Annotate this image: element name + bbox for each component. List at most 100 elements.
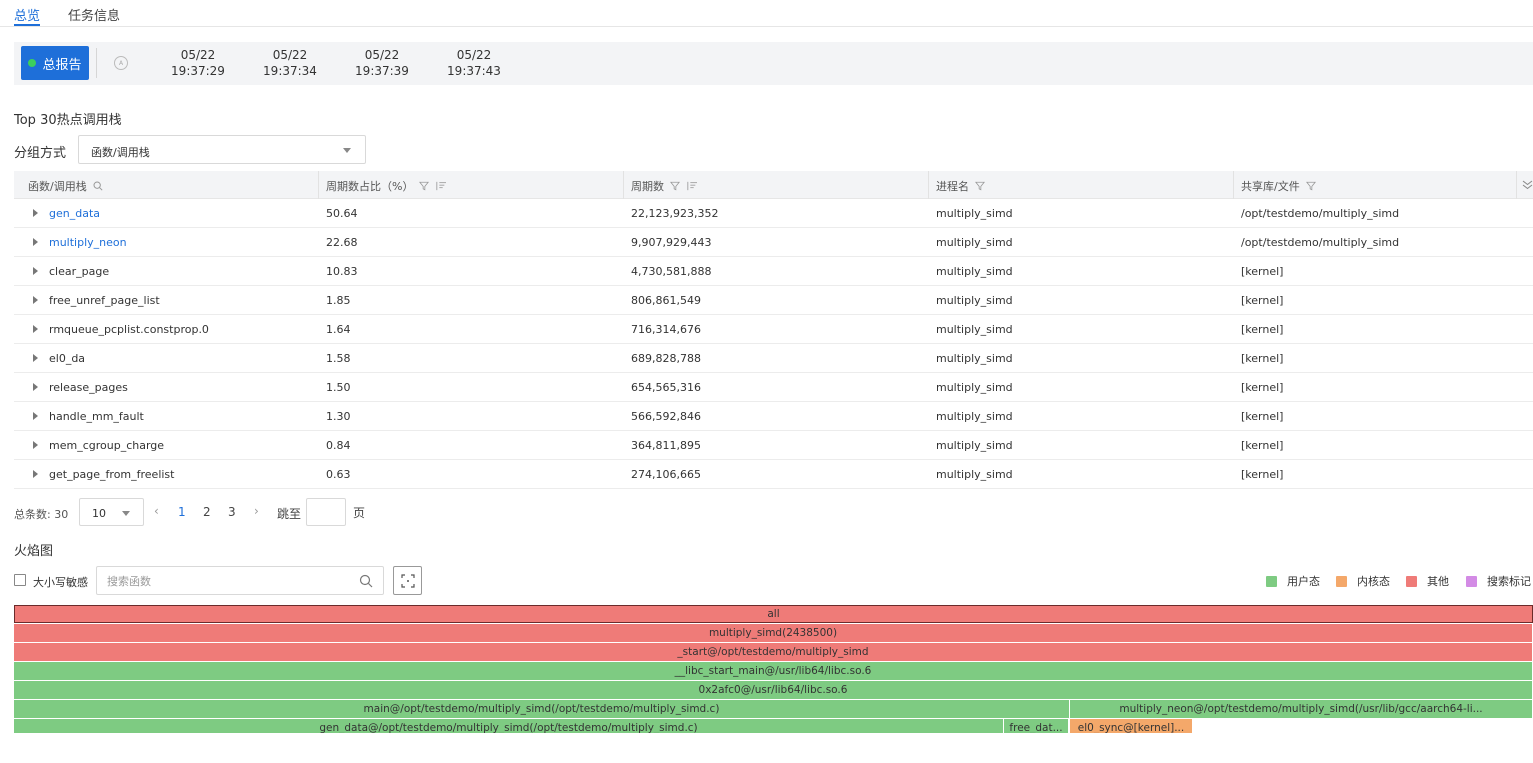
table-row[interactable]: mem_cgroup_charge 0.84 364,811,895 multi… — [14, 431, 1533, 460]
total-count: 总条数: 30 — [14, 508, 69, 521]
legend-swatch — [1466, 575, 1477, 587]
flame-frame[interactable]: _start@/opt/testdemo/multiply_simd — [14, 643, 1533, 661]
column-settings-icon[interactable] — [1522, 180, 1533, 190]
cell-cycles: 716,314,676 — [631, 323, 701, 336]
filter-icon[interactable] — [1305, 181, 1316, 191]
table-row[interactable]: multiply_neon 22.68 9,907,929,443 multip… — [14, 228, 1533, 257]
timeline-tick[interactable]: 05/22 19:37:39 — [347, 47, 417, 79]
timeline-tick[interactable]: 05/22 19:37:43 — [439, 47, 509, 79]
timeline-tick[interactable]: 05/22 19:37:34 — [255, 47, 325, 79]
sort-icon[interactable] — [435, 181, 447, 191]
flame-frame[interactable]: __libc_start_main@/usr/lib64/libc.so.6 — [14, 662, 1533, 680]
cell-process: multiply_simd — [936, 265, 1013, 278]
expand-icon[interactable] — [33, 470, 38, 478]
tick-time: 19:37:34 — [263, 64, 317, 78]
tab-task-info[interactable]: 任务信息 — [68, 5, 120, 24]
column-divider[interactable] — [1516, 171, 1517, 199]
column-divider[interactable] — [623, 171, 624, 199]
cell-cycles: 566,592,846 — [631, 410, 701, 423]
timeline-ai-icon[interactable]: A — [114, 56, 128, 70]
expand-icon[interactable] — [33, 354, 38, 362]
case-sensitive-checkbox[interactable] — [14, 574, 26, 586]
chevron-down-icon — [122, 511, 130, 516]
cell-function: el0_da — [49, 352, 86, 365]
cell-library: /opt/testdemo/multiply_simd — [1241, 207, 1400, 220]
expand-icon[interactable] — [33, 238, 38, 246]
expand-icon[interactable] — [33, 441, 38, 449]
column-divider[interactable] — [928, 171, 929, 199]
legend-kernel: 内核态 — [1336, 573, 1390, 589]
filter-icon[interactable] — [419, 181, 430, 191]
expand-icon[interactable] — [33, 412, 38, 420]
flame-frame[interactable]: gen_data@/opt/testdemo/multiply_simd(/op… — [14, 719, 1004, 733]
table-row[interactable]: release_pages 1.50 654,565,316 multiply_… — [14, 373, 1533, 402]
tick-date: 05/22 — [180, 48, 216, 62]
cell-library: [kernel] — [1241, 352, 1284, 365]
flame-frame[interactable]: 0x2afc0@/usr/lib64/libc.so.6 — [14, 681, 1533, 699]
cell-process: multiply_simd — [936, 410, 1013, 423]
col-header-process: 进程名 — [936, 178, 985, 194]
col-header-function: 函数/调用栈 — [28, 178, 103, 194]
cell-cycle-pct: 1.30 — [326, 410, 351, 423]
cell-function: handle_mm_fault — [49, 410, 144, 423]
filter-icon[interactable] — [670, 181, 680, 191]
cell-function: mem_cgroup_charge — [49, 439, 165, 452]
tab-overview[interactable]: 总览 — [14, 5, 40, 24]
page-size-select[interactable]: 10 — [79, 498, 144, 526]
cell-function: free_unref_page_list — [49, 294, 160, 307]
group-by-select[interactable]: 函数/调用栈 — [78, 135, 366, 164]
table-row[interactable]: gen_data 50.64 22,123,923,352 multiply_s… — [14, 199, 1533, 228]
cell-cycle-pct: 1.85 — [326, 294, 351, 307]
flame-frame[interactable]: main@/opt/testdemo/multiply_simd(/opt/te… — [14, 700, 1070, 718]
fit-screen-button[interactable] — [393, 566, 422, 595]
timeline-tick[interactable]: 05/22 19:37:29 — [163, 47, 233, 79]
expand-icon[interactable] — [33, 296, 38, 304]
cell-function[interactable]: multiply_neon — [49, 236, 127, 249]
expand-icon[interactable] — [33, 209, 38, 217]
cell-cycles: 9,907,929,443 — [631, 236, 712, 249]
table-row[interactable]: el0_da 1.58 689,828,788 multiply_simd [k… — [14, 344, 1533, 373]
cell-cycle-pct: 0.63 — [326, 468, 351, 481]
page-3[interactable]: 3 — [228, 505, 236, 519]
page-unit-label: 页 — [353, 506, 366, 520]
cell-library: [kernel] — [1241, 410, 1284, 423]
cell-cycle-pct: 0.84 — [326, 439, 351, 452]
tick-time: 19:37:43 — [447, 64, 501, 78]
table-row[interactable]: get_page_from_freelist 0.63 274,106,665 … — [14, 460, 1533, 489]
search-icon[interactable] — [359, 574, 373, 588]
filter-icon[interactable] — [975, 181, 985, 191]
expand-icon[interactable] — [33, 267, 38, 275]
cell-cycle-pct: 10.83 — [326, 265, 358, 278]
search-icon[interactable] — [93, 181, 103, 191]
column-divider[interactable] — [1233, 171, 1234, 199]
expand-icon[interactable] — [33, 383, 38, 391]
cell-cycles: 4,730,581,888 — [631, 265, 712, 278]
next-page-icon[interactable]: › — [254, 504, 259, 518]
table-row[interactable]: rmqueue_pcplist.constprop.0 1.64 716,314… — [14, 315, 1533, 344]
flame-frame[interactable]: free_dat... — [1004, 719, 1069, 733]
cell-function[interactable]: gen_data — [49, 207, 100, 220]
chevron-down-icon — [343, 148, 351, 153]
cell-library: /opt/testdemo/multiply_simd — [1241, 236, 1400, 249]
cell-library: [kernel] — [1241, 439, 1284, 452]
col-header-cycle-pct: 周期数占比（%） — [326, 178, 447, 194]
jump-page-input[interactable] — [306, 498, 346, 526]
page-2[interactable]: 2 — [203, 505, 211, 519]
table-row[interactable]: handle_mm_fault 1.30 566,592,846 multipl… — [14, 402, 1533, 431]
flame-frame[interactable]: all — [14, 605, 1533, 623]
cell-cycles: 274,106,665 — [631, 468, 701, 481]
flame-frame[interactable]: el0_sync@[kernel]... — [1070, 719, 1193, 733]
flame-frame[interactable]: multiply_simd(2438500) — [14, 624, 1533, 642]
sort-icon[interactable] — [686, 181, 698, 191]
cell-cycle-pct: 1.64 — [326, 323, 351, 336]
column-divider[interactable] — [318, 171, 319, 199]
expand-icon[interactable] — [33, 325, 38, 333]
flame-frame[interactable]: multiply_neon@/opt/testdemo/multiply_sim… — [1070, 700, 1533, 718]
total-report-button[interactable]: 总报告 — [21, 46, 89, 80]
table-row[interactable]: clear_page 10.83 4,730,581,888 multiply_… — [14, 257, 1533, 286]
table-row[interactable]: free_unref_page_list 1.85 806,861,549 mu… — [14, 286, 1533, 315]
cell-function: release_pages — [49, 381, 128, 394]
function-search-input[interactable] — [107, 573, 347, 589]
page-1[interactable]: 1 — [178, 505, 186, 519]
prev-page-icon[interactable]: ‹ — [154, 504, 159, 518]
